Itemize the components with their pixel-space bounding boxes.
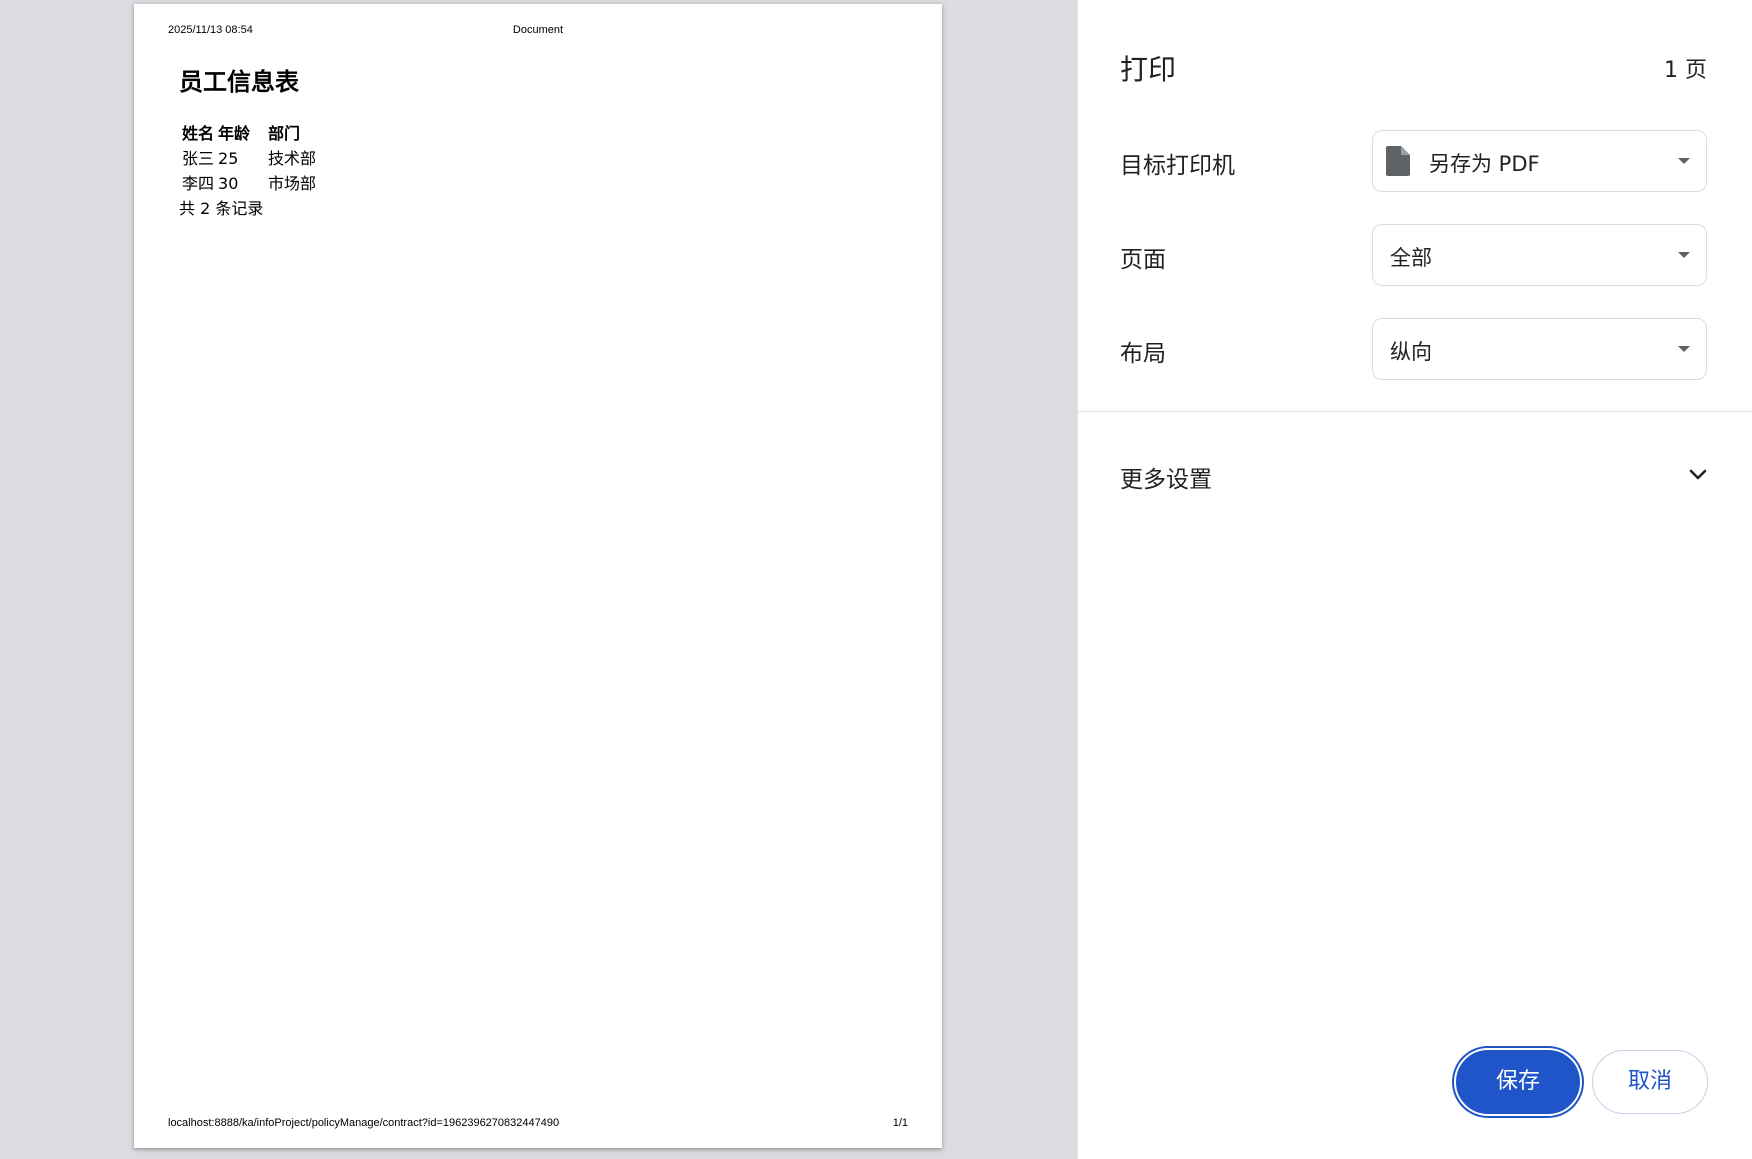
layout-value: 纵向: [1390, 340, 1432, 364]
print-title: 打印: [1120, 53, 1177, 86]
layout-label: 布局: [1120, 341, 1166, 367]
print-settings-sidebar: 打印 1 页 目标打印机 另存为 PDF 页面 全部 布局 纵向 更多设置 保存…: [1077, 0, 1752, 1159]
employee-table: 姓名 年龄 部门 张三 25 技术部 李四 30 市场部: [180, 121, 318, 196]
pages-label: 页面: [1120, 247, 1166, 273]
table-cell-age: 30: [218, 174, 239, 193]
document-heading: 员工信息表: [179, 68, 299, 96]
cancel-button[interactable]: 取消: [1592, 1050, 1708, 1114]
table-cell-name: 李四: [182, 174, 215, 193]
table-cell-name: 张三: [182, 149, 215, 168]
more-settings-toggle[interactable]: 更多设置: [1078, 440, 1752, 510]
pages-value: 全部: [1390, 246, 1432, 270]
dropdown-caret-icon: [1678, 252, 1690, 258]
dropdown-caret-icon: [1678, 346, 1690, 352]
chevron-down-icon: [1689, 469, 1707, 480]
column-header-department: 部门: [268, 124, 301, 143]
table-header-row: 姓名 年龄 部门: [180, 121, 318, 146]
section-divider: [1078, 411, 1752, 412]
save-button[interactable]: 保存: [1456, 1050, 1580, 1114]
table-cell-department: 技术部: [268, 149, 317, 168]
preview-page: 2025/11/13 08:54 Document 员工信息表 姓名 年龄 部门…: [134, 4, 942, 1148]
page-header-title: Document: [512, 24, 564, 36]
page-footer-page-number: 1/1: [892, 1117, 908, 1129]
page-footer-url: localhost:8888/ka/infoProject/policyMana…: [168, 1117, 560, 1129]
pages-select[interactable]: 全部: [1372, 224, 1707, 286]
table-cell-age: 25: [218, 149, 239, 168]
record-count: 共 2 条记录: [179, 199, 264, 218]
file-icon: [1386, 146, 1410, 176]
table-cell-department: 市场部: [268, 174, 317, 193]
column-header-name: 姓名: [182, 124, 215, 143]
layout-select[interactable]: 纵向: [1372, 318, 1707, 380]
page-count: 1 页: [1664, 58, 1707, 83]
destination-select[interactable]: 另存为 PDF: [1372, 130, 1707, 192]
table-row: 张三 25 技术部: [180, 146, 318, 171]
destination-value: 另存为 PDF: [1429, 152, 1540, 176]
dropdown-caret-icon: [1678, 158, 1690, 164]
more-settings-label: 更多设置: [1120, 467, 1212, 493]
pages-setting: 页面 全部: [1078, 224, 1752, 288]
destination-label: 目标打印机: [1120, 153, 1235, 179]
table-row: 李四 30 市场部: [180, 171, 318, 196]
print-preview-area: 2025/11/13 08:54 Document 员工信息表 姓名 年龄 部门…: [0, 0, 1077, 1159]
destination-setting: 目标打印机 另存为 PDF: [1078, 130, 1752, 194]
layout-setting: 布局 纵向: [1078, 318, 1752, 382]
column-header-age: 年龄: [218, 124, 251, 143]
